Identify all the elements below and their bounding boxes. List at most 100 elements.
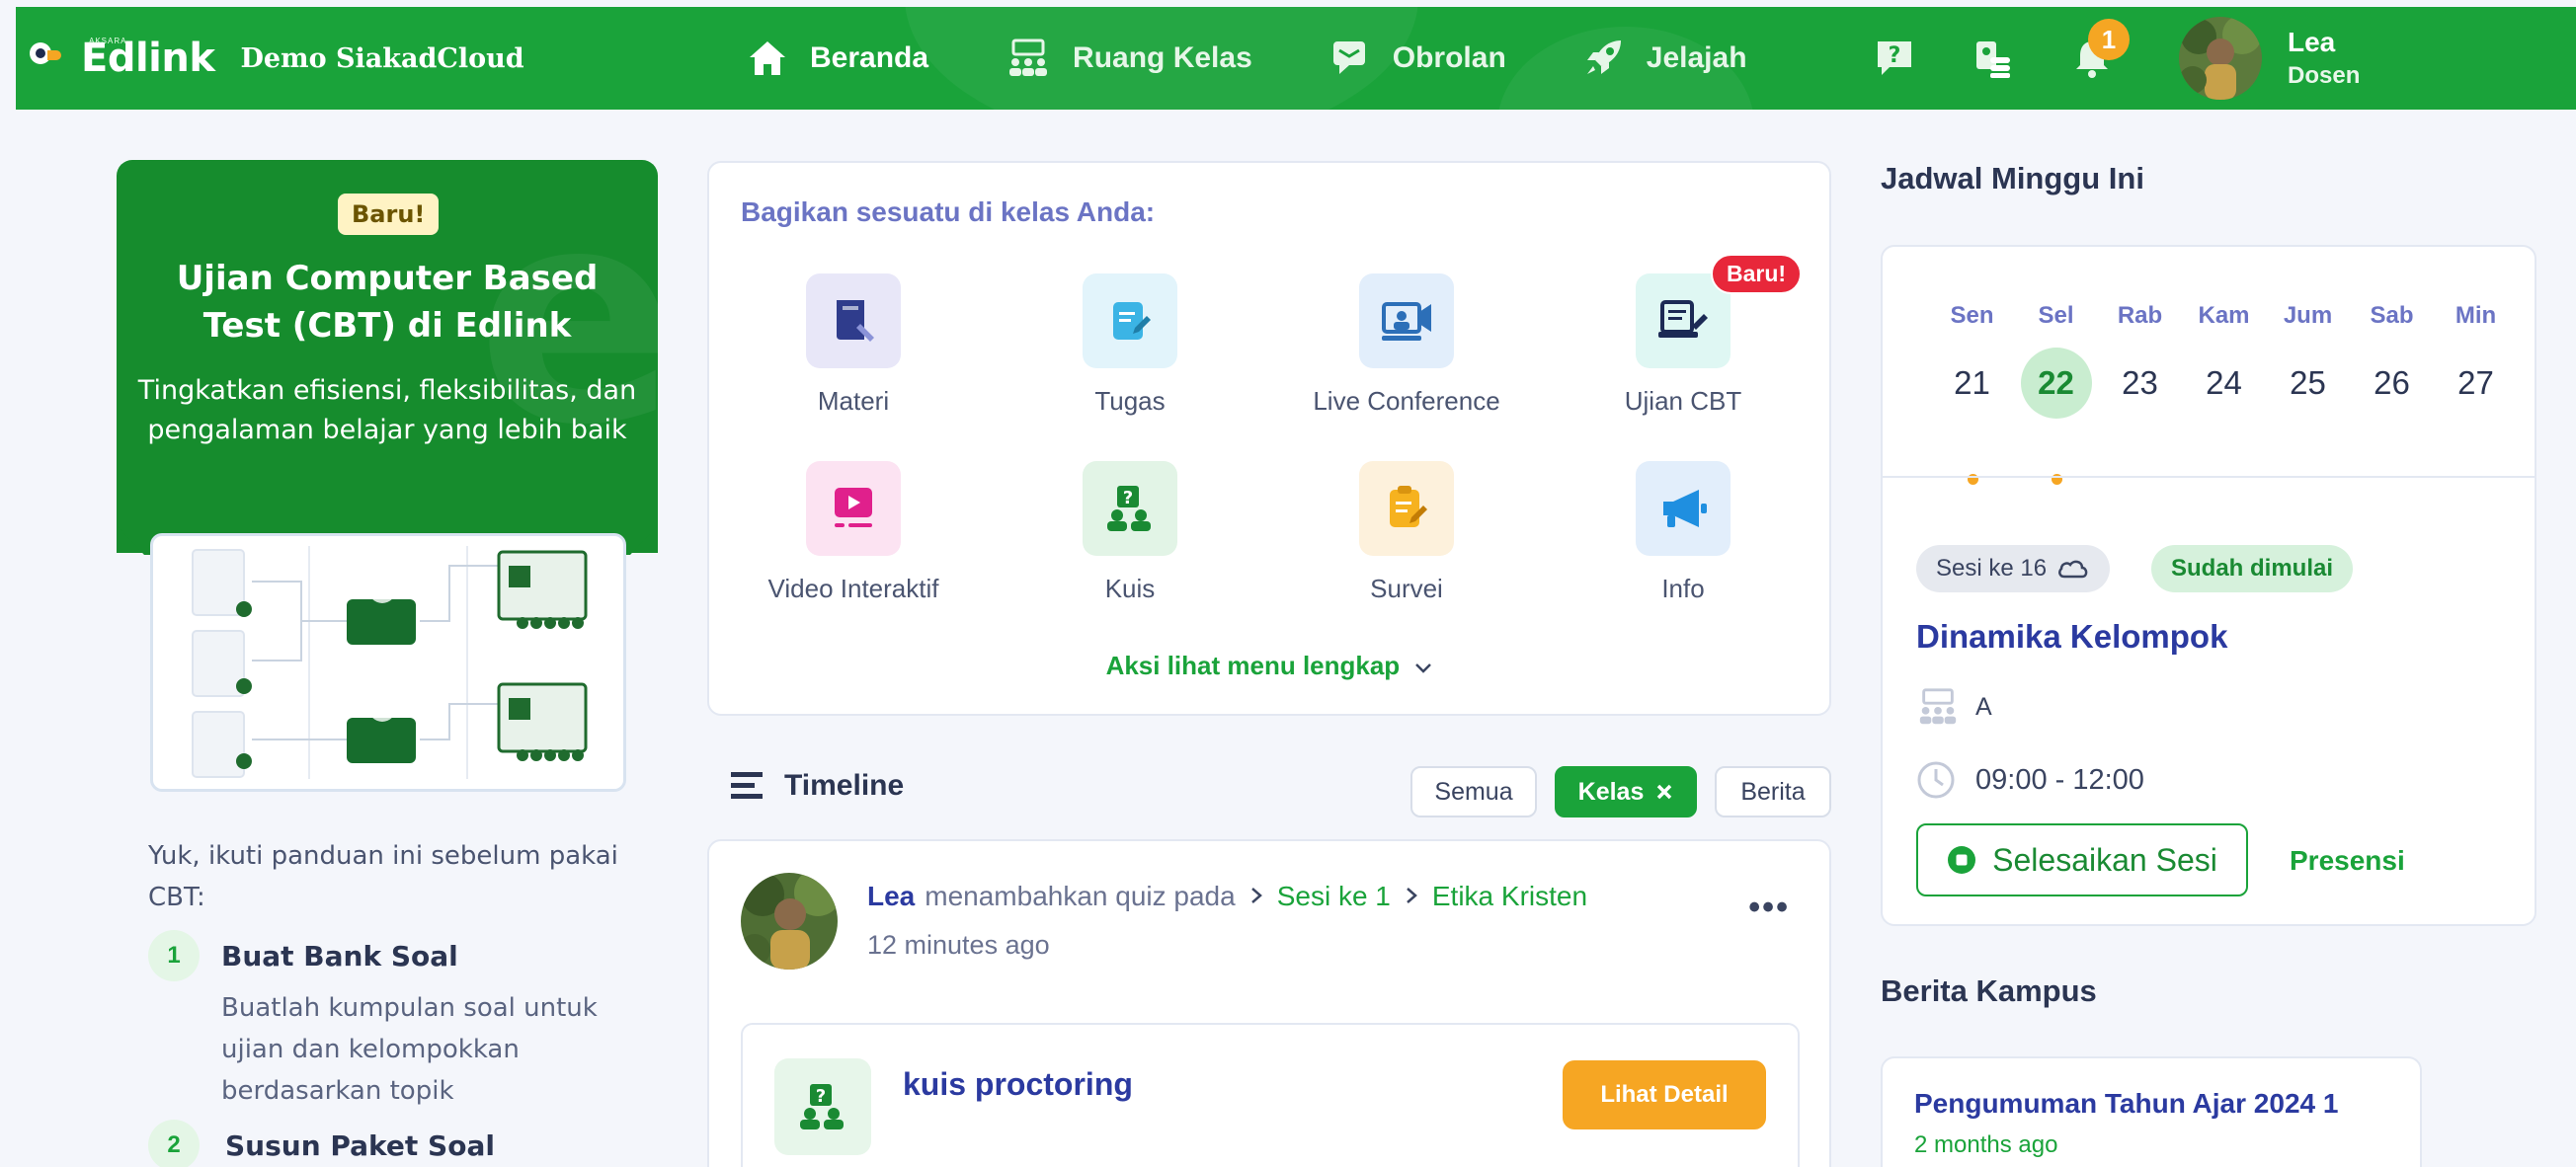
help-icon: ? — [1878, 41, 1911, 75]
close-icon[interactable] — [1655, 783, 1673, 801]
cbt-promo-banner[interactable]: e Baru! Ujian Computer Based Test (CBT) … — [117, 160, 658, 553]
day-name: Jum — [2283, 302, 2333, 329]
post-session-link[interactable]: Sesi ke 1 — [1277, 881, 1391, 912]
campus-news-title: Berita Kampus — [1881, 973, 2097, 1008]
filter-semua[interactable]: Semua — [1410, 766, 1537, 817]
share-survei[interactable]: Survei — [1268, 461, 1545, 604]
cloud-icon — [2056, 558, 2090, 580]
class-group: A — [1975, 692, 1992, 721]
help-button[interactable]: ? — [1873, 37, 1916, 80]
nav-label: Ruang Kelas — [1073, 41, 1252, 74]
share-label: Survei — [1370, 574, 1443, 603]
timeline-header: Timeline — [729, 768, 904, 804]
promo-new-badge: Baru! — [338, 194, 440, 235]
day-number: 25 — [2290, 364, 2326, 401]
day-name: Rab — [2117, 302, 2163, 329]
timeline-title: Timeline — [784, 769, 905, 802]
share-kuis[interactable]: ? Kuis — [992, 461, 1268, 604]
filter-label: Berita — [1740, 777, 1806, 806]
share-label: Ujian CBT — [1624, 386, 1742, 416]
post-activity-line: Lea menambahkan quiz pada Sesi ke 1 Etik… — [867, 881, 1587, 912]
quiz-attachment[interactable]: ? kuis proctoring Lihat Detail — [741, 1023, 1800, 1167]
top-navbar: AKSARA Edlink Demo SiakadCloud Beranda R… — [16, 7, 2576, 110]
notification-button[interactable]: 1 — [2070, 19, 2130, 80]
finish-session-label: Selesaikan Sesi — [1992, 841, 2217, 878]
classroom-icon — [1009, 39, 1048, 76]
nav-ruang-kelas[interactable]: Ruang Kelas — [1006, 39, 1252, 78]
day-name: Sel — [2038, 302, 2074, 329]
share-live-conference[interactable]: Live Conference — [1268, 273, 1545, 417]
nav-beranda[interactable]: Beranda — [747, 39, 928, 78]
filter-berita[interactable]: Berita — [1715, 766, 1831, 817]
classroom-icon — [1919, 688, 1957, 725]
institution-name: Demo SiakadCloud — [240, 42, 524, 74]
day-jum[interactable]: Jum 25 — [2266, 302, 2350, 419]
navbar-actions: ? 1 Lea Dosen — [1873, 7, 2360, 110]
cbt-flow-diagram-icon — [192, 546, 588, 779]
promo-title: Ujian Computer Based Test (CBT) di Edlin… — [176, 259, 599, 346]
share-materi[interactable]: Materi — [715, 273, 992, 417]
share-video-interaktif[interactable]: Video Interaktif — [715, 461, 992, 604]
day-number: 23 — [2122, 364, 2158, 401]
home-icon — [750, 41, 785, 75]
day-min[interactable]: Min 27 — [2434, 302, 2518, 419]
post-timestamp: 12 minutes ago — [867, 930, 1050, 960]
nav-obrolan[interactable]: Obrolan — [1329, 39, 1506, 78]
chevron-right-icon — [1405, 881, 1418, 912]
view-detail-button[interactable]: Lihat Detail — [1563, 1060, 1766, 1129]
share-tugas[interactable]: Tugas — [992, 273, 1268, 417]
brand-logo[interactable]: AKSARA Edlink Demo SiakadCloud — [26, 21, 524, 96]
play-video-icon — [806, 461, 901, 556]
avatar-photo — [741, 873, 838, 970]
filter-label: Semua — [1434, 777, 1513, 806]
day-number: 26 — [2374, 364, 2410, 401]
payment-icon — [1976, 41, 2010, 78]
nav-jelajah[interactable]: Jelajah — [1583, 39, 1747, 78]
main-nav: Beranda Ruang Kelas Obrolan Jelajah — [747, 7, 1824, 110]
share-label: Info — [1661, 574, 1705, 603]
more-options-icon[interactable]: ••• — [1748, 889, 1790, 927]
post-author-avatar[interactable] — [741, 873, 838, 970]
brand-tagline: AKSARA — [89, 37, 127, 45]
menu-lines-icon — [731, 772, 763, 799]
post-course-link[interactable]: Etika Kristen — [1432, 881, 1587, 912]
day-rab[interactable]: Rab 23 — [2098, 302, 2182, 419]
step-title: Susun Paket Soal — [225, 1129, 495, 1162]
guide-intro: Yuk, ikuti panduan ini sebelum pakai CBT… — [148, 841, 618, 912]
day-sen[interactable]: Sen 21 — [1930, 302, 2014, 485]
show-full-menu-link[interactable]: Aksi lihat menu lengkap — [709, 651, 1829, 681]
finish-session-button[interactable]: Selesaikan Sesi — [1916, 823, 2248, 896]
day-sel[interactable]: Sel 22 — [2014, 302, 2098, 485]
day-kam[interactable]: Kam 24 — [2182, 302, 2266, 419]
filter-label: Kelas — [1577, 777, 1645, 806]
owl-logo-icon — [26, 37, 77, 80]
share-ujian-cbt[interactable]: Baru! Ujian CBT — [1545, 254, 1821, 417]
news-item[interactable]: Pengumuman Tahun Ajar 2024 1 2 months ag… — [1881, 1056, 2422, 1167]
book-icon — [806, 273, 901, 368]
filter-kelas[interactable]: Kelas — [1555, 766, 1697, 817]
finance-button[interactable] — [1972, 37, 2015, 80]
megaphone-icon — [1636, 461, 1731, 556]
day-number: 27 — [2457, 364, 2494, 401]
clock-icon — [1917, 761, 1955, 799]
nav-label: Beranda — [810, 41, 929, 74]
day-number: 21 — [1954, 364, 1990, 401]
class-name[interactable]: Dinamika Kelompok — [1916, 618, 2227, 656]
class-time-row: 09:00 - 12:00 — [1916, 760, 2144, 800]
share-info[interactable]: Info — [1545, 461, 1821, 604]
step-description: Buatlah kumpulan soal untuk ujian dan ke… — [221, 993, 598, 1106]
share-panel-title: Bagikan sesuatu di kelas Anda: — [741, 196, 1156, 227]
share-label: Tugas — [1094, 386, 1166, 416]
divider — [1883, 476, 2535, 478]
timeline-post: Lea menambahkan quiz pada Sesi ke 1 Etik… — [707, 839, 1831, 1167]
user-info[interactable]: Lea Dosen — [2288, 25, 2360, 92]
attendance-link[interactable]: Presensi — [2290, 845, 2405, 877]
post-author-link[interactable]: Lea — [867, 881, 915, 912]
share-panel: Bagikan sesuatu di kelas Anda: Materi Tu… — [707, 161, 1831, 716]
day-sab[interactable]: Sab 26 — [2350, 302, 2434, 419]
nav-label: Jelajah — [1646, 41, 1747, 74]
user-avatar[interactable] — [2179, 17, 2262, 100]
day-number-selected: 22 — [2020, 348, 2092, 419]
show-full-menu-label: Aksi lihat menu lengkap — [1105, 651, 1401, 680]
session-chip-label: Sesi ke 16 — [1936, 555, 2048, 582]
